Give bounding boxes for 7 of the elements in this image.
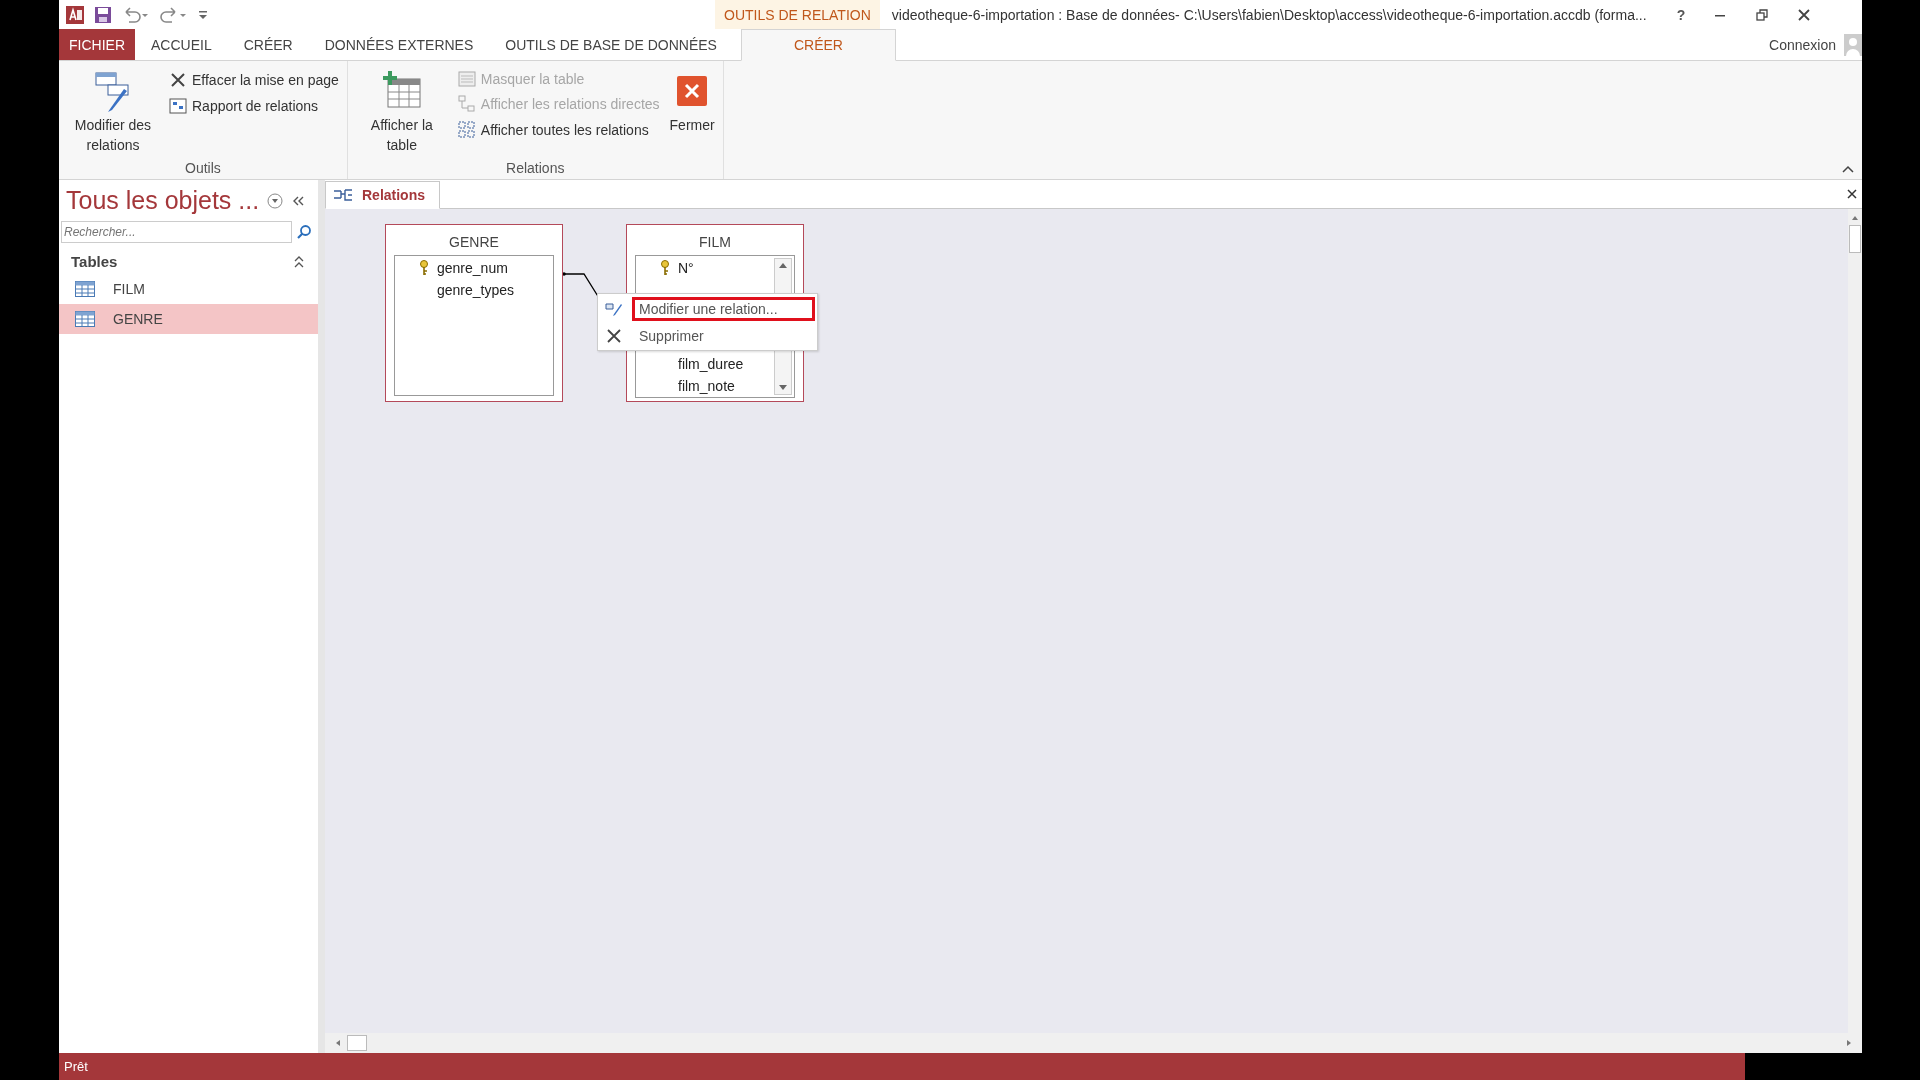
status-text: Prêt bbox=[64, 1059, 88, 1074]
contextual-tab-group: OUTILS DE RELATION bbox=[715, 0, 880, 29]
ribbon-group-label: Outils bbox=[184, 160, 222, 178]
table-name: FILM bbox=[698, 233, 732, 252]
ribbon-group-label: Relations bbox=[505, 160, 566, 178]
table-name: GENRE bbox=[448, 233, 500, 252]
window-title: videotheque-6-importation : Base de données- C:\Users\fabien\Desktop\access\videotheque-6-importation.accdb (forma... bbox=[891, 6, 1647, 23]
